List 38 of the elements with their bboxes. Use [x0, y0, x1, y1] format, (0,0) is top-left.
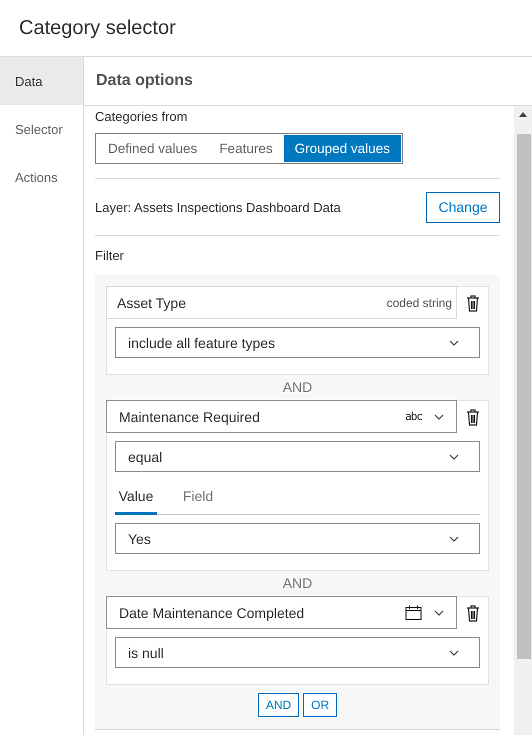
- scroll-up-icon[interactable]: [519, 112, 527, 117]
- chevron-down-icon: [434, 414, 444, 420]
- field-selector[interactable]: Date Maintenance Completed: [106, 596, 457, 629]
- segment-option[interactable]: Defined values: [97, 135, 208, 162]
- sidebar-item[interactable]: Selector: [0, 105, 83, 153]
- chevron-down-icon: [449, 340, 459, 346]
- value-dropdown[interactable]: Yes: [115, 523, 480, 554]
- field-selector[interactable]: Asset Type coded string: [106, 286, 457, 319]
- section-label: Filter: [95, 248, 125, 263]
- chevron-down-icon: [449, 650, 459, 656]
- layer-label: Layer: Assets Inspections Dashboard Data: [95, 200, 341, 214]
- scrollbar[interactable]: [514, 106, 532, 735]
- operator-dropdown[interactable]: include all feature types: [115, 327, 480, 358]
- field-type-label: abc: [405, 410, 422, 423]
- sidebar-item[interactable]: Data: [0, 57, 83, 105]
- chevron-down-icon: [434, 610, 444, 616]
- field-selector[interactable]: Maintenance Required abc: [106, 400, 457, 433]
- joiner-label: AND: [282, 378, 314, 397]
- joiner-label: AND: [282, 574, 314, 593]
- operator-dropdown[interactable]: equal: [115, 441, 480, 472]
- calendar-icon: [405, 605, 422, 620]
- section-label: Categories from: [95, 109, 188, 124]
- operator-dropdown[interactable]: is null: [115, 637, 480, 668]
- add-condition-button[interactable]: AND: [258, 693, 300, 717]
- value-tab[interactable]: Field: [177, 484, 219, 515]
- trash-icon[interactable]: [466, 408, 480, 426]
- chevron-down-icon: [449, 454, 459, 460]
- panel-title: Data options: [84, 57, 532, 106]
- field-type-label: coded string: [386, 296, 452, 310]
- change-button[interactable]: Change: [426, 192, 500, 222]
- sidebar-item[interactable]: Actions: [0, 153, 83, 201]
- trash-icon[interactable]: [466, 604, 480, 622]
- add-condition-button[interactable]: OR: [303, 693, 338, 717]
- trash-icon[interactable]: [466, 294, 480, 312]
- segment-option[interactable]: Grouped values: [284, 135, 401, 162]
- value-tab[interactable]: Value: [115, 484, 157, 515]
- segment-option[interactable]: Features: [208, 135, 284, 162]
- chevron-down-icon: [449, 536, 459, 542]
